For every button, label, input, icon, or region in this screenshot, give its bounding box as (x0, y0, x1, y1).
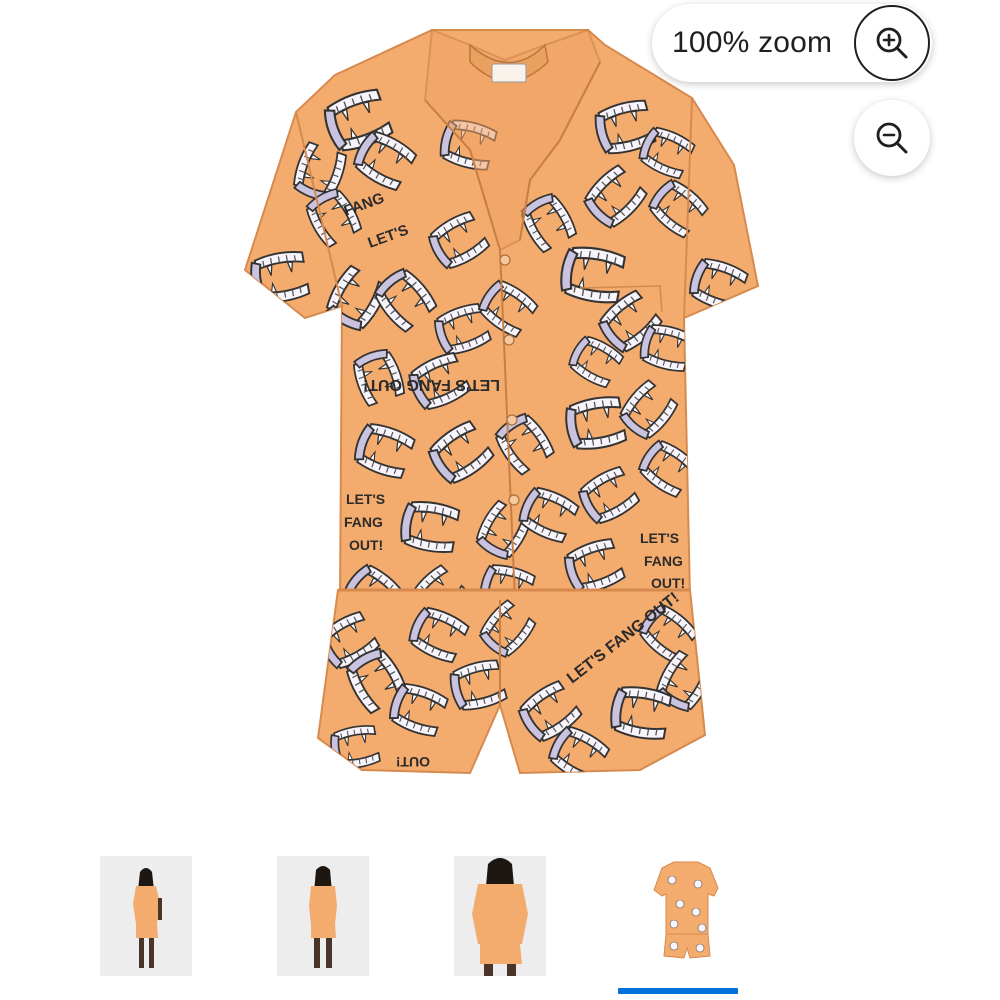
zoom-in-button[interactable] (854, 5, 930, 81)
thumbnail-model-front-closeup (472, 858, 528, 976)
zoom-out-button[interactable] (854, 100, 930, 176)
thumbnail-1[interactable] (100, 856, 192, 976)
shirt-graphic: LET'S FANG LET'S FANG OUT! LET'S FANG OU… (243, 28, 760, 602)
print-text: LET'S FANG OUT! (363, 376, 500, 393)
print-text: OUT! (396, 754, 430, 770)
print-text: LET'S (640, 530, 679, 546)
print-text: FANG (344, 514, 383, 530)
print-text: LET'S (346, 491, 385, 507)
thumbnail-product-flat (653, 861, 719, 959)
print-text: FANG (644, 553, 683, 569)
thumbnail-4[interactable] (640, 856, 732, 976)
zoom-out-icon (876, 122, 908, 154)
zoom-in-icon (876, 27, 908, 59)
product-main-image[interactable]: LET'S FANG LET'S FANG OUT! LET'S FANG OU… (0, 0, 1000, 820)
thumbnail-3[interactable] (454, 856, 546, 976)
thumbnail-model-back (309, 866, 337, 968)
shorts-graphic: LET'S FANG OUT! OUT! (316, 588, 707, 775)
thumbnail-model-front-angle (133, 868, 162, 968)
thumbnail-2[interactable] (277, 856, 369, 976)
print-text: OUT! (349, 537, 383, 553)
selected-thumbnail-indicator (618, 988, 738, 994)
zoom-level-label: 100% zoom (672, 26, 833, 59)
